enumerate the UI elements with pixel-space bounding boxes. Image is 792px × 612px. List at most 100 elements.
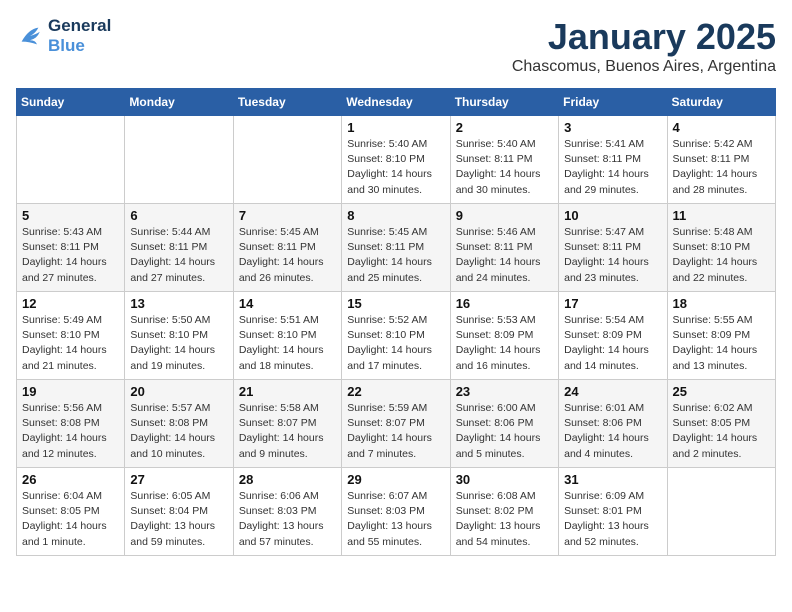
calendar-cell: 29 Sunrise: 6:07 AM Sunset: 8:03 PM Dayli… bbox=[342, 468, 450, 556]
day-number: 25 bbox=[673, 384, 770, 399]
day-number: 21 bbox=[239, 384, 336, 399]
day-number: 6 bbox=[130, 208, 227, 223]
calendar-cell: 9Sunrise: 5:46 AM Sunset: 8:11 PM Daylig… bbox=[450, 204, 558, 292]
calendar-cell: 23 Sunrise: 6:00 AM Sunset: 8:06 PM Dayli… bbox=[450, 380, 558, 468]
day-info: Sunrise: 5:41 AM Sunset: 8:11 PM Dayligh… bbox=[564, 137, 661, 198]
calendar-week-row: 5 Sunrise: 5:43 AM Sunset: 8:11 PM Daylig… bbox=[17, 204, 776, 292]
calendar-cell: 10 Sunrise: 5:47 AM Sunset: 8:11 PM Dayli… bbox=[559, 204, 667, 292]
calendar-week-row: 19 Sunrise: 5:56 AM Sunset: 8:08 PM Dayli… bbox=[17, 380, 776, 468]
day-info: Sunrise: 6:09 AM Sunset: 8:01 PM Dayligh… bbox=[564, 489, 661, 550]
day-number: 10 bbox=[564, 208, 661, 223]
logo-bird-icon bbox=[16, 22, 44, 50]
day-number: 3 bbox=[564, 120, 661, 135]
day-info: Sunrise: 5:47 AM Sunset: 8:11 PM Dayligh… bbox=[564, 225, 661, 286]
day-number: 30 bbox=[456, 472, 553, 487]
title-block: January 2025 Chascomus, Buenos Aires, Ar… bbox=[512, 16, 776, 76]
calendar-cell: 19 Sunrise: 5:56 AM Sunset: 8:08 PM Dayli… bbox=[17, 380, 125, 468]
day-number: 2 bbox=[456, 120, 553, 135]
calendar-cell: 16Sunrise: 5:53 AM Sunset: 8:09 PM Dayli… bbox=[450, 292, 558, 380]
calendar-cell: 6 Sunrise: 5:44 AM Sunset: 8:11 PM Daylig… bbox=[125, 204, 233, 292]
calendar-week-row: 1 Sunrise: 5:40 AM Sunset: 8:10 PM Daylig… bbox=[17, 116, 776, 204]
calendar-cell: 5 Sunrise: 5:43 AM Sunset: 8:11 PM Daylig… bbox=[17, 204, 125, 292]
day-info: Sunrise: 5:44 AM Sunset: 8:11 PM Dayligh… bbox=[130, 225, 227, 286]
calendar-cell: 26Sunrise: 6:04 AM Sunset: 8:05 PM Dayli… bbox=[17, 468, 125, 556]
calendar-week-row: 26Sunrise: 6:04 AM Sunset: 8:05 PM Dayli… bbox=[17, 468, 776, 556]
day-number: 12 bbox=[22, 296, 119, 311]
day-info: Sunrise: 5:48 AM Sunset: 8:10 PM Dayligh… bbox=[673, 225, 770, 286]
page-header: General Blue January 2025 Chascomus, Bue… bbox=[16, 16, 776, 76]
column-header-tuesday: Tuesday bbox=[233, 89, 341, 116]
calendar-cell: 13 Sunrise: 5:50 AM Sunset: 8:10 PM Dayli… bbox=[125, 292, 233, 380]
calendar-cell: 28 Sunrise: 6:06 AM Sunset: 8:03 PM Dayli… bbox=[233, 468, 341, 556]
day-info: Sunrise: 6:07 AM Sunset: 8:03 PM Dayligh… bbox=[347, 489, 444, 550]
calendar-cell bbox=[233, 116, 341, 204]
calendar-cell: 22 Sunrise: 5:59 AM Sunset: 8:07 PM Dayli… bbox=[342, 380, 450, 468]
calendar-cell: 7Sunrise: 5:45 AM Sunset: 8:11 PM Daylig… bbox=[233, 204, 341, 292]
day-info: Sunrise: 6:02 AM Sunset: 8:05 PM Dayligh… bbox=[673, 401, 770, 462]
day-number: 17 bbox=[564, 296, 661, 311]
day-info: Sunrise: 5:49 AM Sunset: 8:10 PM Dayligh… bbox=[22, 313, 119, 374]
month-title: January 2025 bbox=[512, 16, 776, 58]
day-number: 31 bbox=[564, 472, 661, 487]
day-info: Sunrise: 5:59 AM Sunset: 8:07 PM Dayligh… bbox=[347, 401, 444, 462]
calendar-cell: 17 Sunrise: 5:54 AM Sunset: 8:09 PM Dayli… bbox=[559, 292, 667, 380]
day-number: 29 bbox=[347, 472, 444, 487]
calendar-cell: 8 Sunrise: 5:45 AM Sunset: 8:11 PM Daylig… bbox=[342, 204, 450, 292]
calendar-cell: 30 Sunrise: 6:08 AM Sunset: 8:02 PM Dayli… bbox=[450, 468, 558, 556]
calendar-cell: 4 Sunrise: 5:42 AM Sunset: 8:11 PM Daylig… bbox=[667, 116, 775, 204]
day-info: Sunrise: 5:56 AM Sunset: 8:08 PM Dayligh… bbox=[22, 401, 119, 462]
calendar-cell: 2 Sunrise: 5:40 AM Sunset: 8:11 PM Daylig… bbox=[450, 116, 558, 204]
calendar-cell bbox=[125, 116, 233, 204]
day-number: 23 bbox=[456, 384, 553, 399]
day-number: 20 bbox=[130, 384, 227, 399]
day-number: 5 bbox=[22, 208, 119, 223]
day-info: Sunrise: 5:46 AM Sunset: 8:11 PM Dayligh… bbox=[456, 225, 553, 286]
calendar-cell: 18Sunrise: 5:55 AM Sunset: 8:09 PM Dayli… bbox=[667, 292, 775, 380]
column-header-sunday: Sunday bbox=[17, 89, 125, 116]
day-number: 8 bbox=[347, 208, 444, 223]
day-number: 19 bbox=[22, 384, 119, 399]
day-number: 24 bbox=[564, 384, 661, 399]
day-info: Sunrise: 6:00 AM Sunset: 8:06 PM Dayligh… bbox=[456, 401, 553, 462]
calendar-cell: 27 Sunrise: 6:05 AM Sunset: 8:04 PM Dayli… bbox=[125, 468, 233, 556]
day-number: 14 bbox=[239, 296, 336, 311]
header-row: SundayMondayTuesdayWednesdayThursdayFrid… bbox=[17, 89, 776, 116]
calendar-cell: 21Sunrise: 5:58 AM Sunset: 8:07 PM Dayli… bbox=[233, 380, 341, 468]
calendar-cell: 25 Sunrise: 6:02 AM Sunset: 8:05 PM Dayli… bbox=[667, 380, 775, 468]
day-info: Sunrise: 6:01 AM Sunset: 8:06 PM Dayligh… bbox=[564, 401, 661, 462]
column-header-thursday: Thursday bbox=[450, 89, 558, 116]
day-number: 16 bbox=[456, 296, 553, 311]
day-number: 11 bbox=[673, 208, 770, 223]
logo-text: General Blue bbox=[48, 16, 111, 56]
day-info: Sunrise: 6:05 AM Sunset: 8:04 PM Dayligh… bbox=[130, 489, 227, 550]
day-info: Sunrise: 5:45 AM Sunset: 8:11 PM Dayligh… bbox=[347, 225, 444, 286]
day-info: Sunrise: 5:52 AM Sunset: 8:10 PM Dayligh… bbox=[347, 313, 444, 374]
day-info: Sunrise: 5:42 AM Sunset: 8:11 PM Dayligh… bbox=[673, 137, 770, 198]
day-number: 4 bbox=[673, 120, 770, 135]
day-info: Sunrise: 6:06 AM Sunset: 8:03 PM Dayligh… bbox=[239, 489, 336, 550]
day-number: 15 bbox=[347, 296, 444, 311]
day-number: 1 bbox=[347, 120, 444, 135]
day-number: 22 bbox=[347, 384, 444, 399]
day-info: Sunrise: 5:54 AM Sunset: 8:09 PM Dayligh… bbox=[564, 313, 661, 374]
day-number: 28 bbox=[239, 472, 336, 487]
calendar-table: SundayMondayTuesdayWednesdayThursdayFrid… bbox=[16, 88, 776, 556]
calendar-cell: 11 Sunrise: 5:48 AM Sunset: 8:10 PM Dayli… bbox=[667, 204, 775, 292]
day-info: Sunrise: 6:04 AM Sunset: 8:05 PM Dayligh… bbox=[22, 489, 119, 550]
day-info: Sunrise: 5:40 AM Sunset: 8:10 PM Dayligh… bbox=[347, 137, 444, 198]
day-info: Sunrise: 5:40 AM Sunset: 8:11 PM Dayligh… bbox=[456, 137, 553, 198]
day-info: Sunrise: 5:50 AM Sunset: 8:10 PM Dayligh… bbox=[130, 313, 227, 374]
day-number: 13 bbox=[130, 296, 227, 311]
day-number: 18 bbox=[673, 296, 770, 311]
calendar-cell: 3 Sunrise: 5:41 AM Sunset: 8:11 PM Daylig… bbox=[559, 116, 667, 204]
column-header-friday: Friday bbox=[559, 89, 667, 116]
day-info: Sunrise: 6:08 AM Sunset: 8:02 PM Dayligh… bbox=[456, 489, 553, 550]
location-subtitle: Chascomus, Buenos Aires, Argentina bbox=[512, 58, 776, 76]
day-number: 27 bbox=[130, 472, 227, 487]
day-info: Sunrise: 5:45 AM Sunset: 8:11 PM Dayligh… bbox=[239, 225, 336, 286]
calendar-cell: 15 Sunrise: 5:52 AM Sunset: 8:10 PM Dayli… bbox=[342, 292, 450, 380]
calendar-cell bbox=[667, 468, 775, 556]
day-info: Sunrise: 5:43 AM Sunset: 8:11 PM Dayligh… bbox=[22, 225, 119, 286]
calendar-cell bbox=[17, 116, 125, 204]
calendar-cell: 20Sunrise: 5:57 AM Sunset: 8:08 PM Dayli… bbox=[125, 380, 233, 468]
